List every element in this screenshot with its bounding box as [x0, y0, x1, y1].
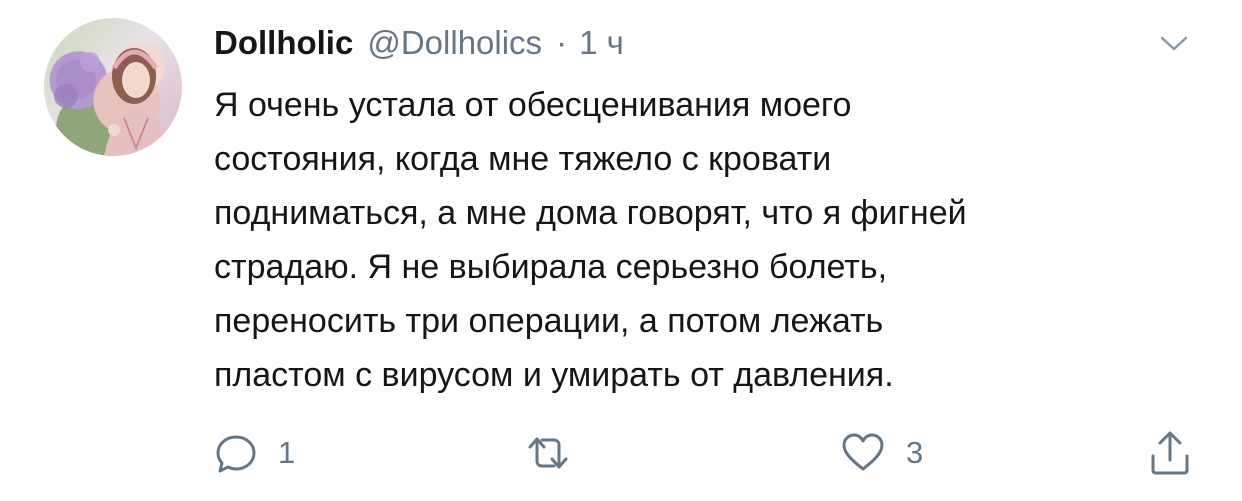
more-options-button[interactable] [1154, 28, 1194, 60]
reply-button[interactable]: 1 [214, 430, 295, 476]
tweet-text-line: пластом с вирусом и умирать от давления. [214, 356, 894, 394]
avatar[interactable] [44, 18, 182, 156]
reply-count: 1 [278, 435, 296, 470]
tweet[interactable]: Dollholic @Dollholics · 1 ч Я очень уста… [0, 0, 1242, 501]
tweet-text-line: страдаю. Я не выбирала серьезно болеть, [214, 248, 888, 286]
avatar-image [54, 48, 172, 156]
author-handle[interactable]: @Dollholics [367, 24, 542, 62]
reply-icon [216, 435, 256, 473]
share-button[interactable] [1148, 430, 1192, 476]
tweet-text-line: подниматься, а мне дома говорят, что я ф… [214, 194, 967, 232]
tweet-text-line: состояния, когда мне тяжело с кровати [214, 140, 832, 178]
retweet-icon [528, 437, 568, 469]
author-name[interactable]: Dollholic [214, 24, 353, 62]
like-button[interactable]: 3 [840, 430, 923, 476]
like-count: 3 [906, 435, 924, 470]
heart-icon [842, 433, 884, 471]
separator-dot: · [556, 24, 568, 61]
share-icon [1151, 431, 1189, 475]
chevron-down-icon [1160, 36, 1188, 51]
tweet-actions: 1 3 [214, 430, 1204, 476]
timestamp[interactable]: 1 ч [579, 24, 624, 62]
tweet-text: Я очень устала от обесценивания моего со… [214, 78, 1214, 402]
retweet-button[interactable] [524, 430, 572, 476]
tweet-text-line: Я очень устала от обесценивания моего [214, 86, 852, 124]
tweet-header: Dollholic @Dollholics · 1 ч [214, 18, 624, 68]
tweet-text-line: переносить три операции, а потом лежать [214, 302, 884, 340]
